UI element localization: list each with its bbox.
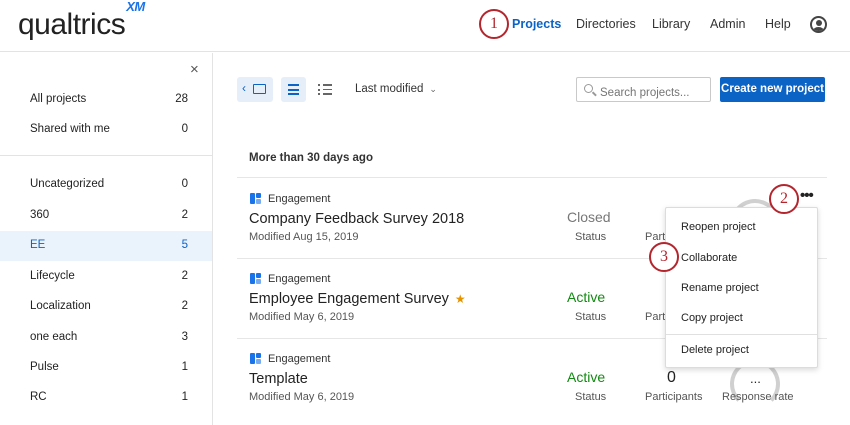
sidebar-item-count: 28 [175, 93, 188, 105]
sort-dropdown[interactable]: Last modified ⌄ [355, 83, 437, 95]
folder-sidebar: × All projects 28 Shared with me 0 Uncat… [0, 53, 213, 425]
sidebar-item-one-each[interactable]: one each 3 [0, 323, 212, 351]
sidebar-item-count: 2 [181, 270, 188, 282]
status-value: Active [567, 369, 606, 385]
sidebar-item-uncategorized[interactable]: Uncategorized 0 [0, 170, 212, 198]
project-name[interactable]: Company Feedback Survey 2018 [249, 211, 464, 227]
logo-text: qualtrics [18, 8, 126, 41]
card-view-button[interactable] [281, 77, 306, 102]
sidebar-item-label: Uncategorized [30, 178, 105, 190]
row-divider [237, 177, 827, 178]
group-heading: More than 30 days ago [249, 152, 373, 164]
participants-value: 0 [667, 369, 676, 386]
star-icon[interactable]: ★ [455, 292, 466, 306]
sort-label: Last modified [355, 83, 424, 95]
logo-xm: XM [126, 0, 145, 14]
menu-item-copy-project[interactable]: Copy project [666, 303, 817, 333]
callout-marker-2: 2 [769, 184, 799, 214]
status-label: Status [575, 231, 607, 243]
search-input[interactable] [576, 77, 711, 102]
status-value: Active [567, 289, 606, 305]
status-label: Status [575, 391, 607, 403]
qualtrics-logo[interactable]: qualtricsXM [18, 0, 145, 42]
nav-admin[interactable]: Admin [710, 17, 745, 31]
more-options-button[interactable]: ••• [800, 187, 814, 204]
sidebar-item-label: one each [30, 331, 78, 343]
sidebar-item-label: Lifecycle [30, 270, 75, 282]
project-context-menu: Reopen project Collaborate Rename projec… [665, 207, 818, 368]
project-type: Engagement [268, 273, 331, 285]
menu-item-label: Delete project [681, 344, 749, 356]
project-modified: Modified May 6, 2019 [249, 311, 355, 323]
sidebar-item-localization[interactable]: Localization 2 [0, 292, 212, 320]
sidebar-item-label: Shared with me [30, 123, 110, 135]
sidebar-item-count: 1 [181, 361, 188, 373]
menu-item-delete-project[interactable]: Delete project [666, 335, 817, 365]
project-name-text: Employee Engagement Survey [249, 291, 449, 307]
close-sidebar-icon[interactable]: × [190, 61, 199, 78]
sidebar-item-360[interactable]: 360 2 [0, 201, 212, 229]
callout-marker-1: 1 [479, 9, 509, 39]
sidebar-item-rc[interactable]: RC 1 [0, 383, 212, 411]
participants-label: Participants [645, 391, 703, 403]
top-bar: qualtricsXM Projects Directories Library… [0, 0, 850, 52]
project-name[interactable]: Template [249, 371, 308, 387]
response-rate-value: ... [750, 371, 761, 386]
sidebar-item-label: Pulse [30, 361, 59, 373]
project-type: Engagement [268, 193, 331, 205]
sidebar-item-label: RC [30, 391, 47, 403]
project-name[interactable]: Employee Engagement Survey ★ [249, 291, 466, 307]
menu-item-label: Rename project [681, 282, 759, 294]
sidebar-item-count: 2 [181, 209, 188, 221]
sidebar-item-label: 360 [30, 209, 50, 221]
panel-icon [253, 84, 266, 94]
response-rate-label: Response rate [722, 391, 794, 403]
engagement-icon [250, 193, 261, 204]
project-modified: Modified Aug 15, 2019 [249, 231, 359, 243]
status-value: Closed [567, 209, 611, 225]
menu-item-rename-project[interactable]: Rename project [666, 273, 817, 303]
sidebar-item-ee[interactable]: EE 5 [0, 231, 212, 261]
chevron-left-icon: ‹ [242, 81, 246, 95]
sidebar-item-count: 5 [181, 239, 188, 251]
sidebar-item-all-projects[interactable]: All projects 28 [0, 85, 212, 113]
menu-item-label: Collaborate [681, 252, 738, 264]
nav-projects[interactable]: Projects [512, 17, 561, 31]
sidebar-item-count: 2 [181, 300, 188, 312]
engagement-icon [250, 273, 261, 284]
sidebar-item-count: 0 [181, 178, 188, 190]
nav-directories[interactable]: Directories [576, 17, 636, 31]
sidebar-item-count: 1 [181, 391, 188, 403]
nav-help[interactable]: Help [765, 17, 791, 31]
project-type: Engagement [268, 353, 331, 365]
search-icon [584, 84, 593, 93]
list-view-button[interactable] [313, 77, 338, 102]
nav-library[interactable]: Library [652, 17, 690, 31]
sidebar-item-count: 3 [181, 331, 188, 343]
menu-item-label: Reopen project [681, 221, 756, 233]
sidebar-item-label: Localization [30, 300, 91, 312]
user-account-icon[interactable] [810, 16, 827, 33]
project-modified: Modified May 6, 2019 [249, 391, 355, 403]
menu-item-reopen-project[interactable]: Reopen project [666, 212, 817, 242]
chevron-down-icon: ⌄ [429, 84, 437, 94]
sidebar-item-count: 0 [181, 123, 188, 135]
collapse-sidebar-button[interactable]: ‹ [237, 77, 273, 102]
callout-marker-3: 3 [649, 242, 679, 272]
sidebar-item-label: EE [30, 239, 46, 251]
sidebar-item-shared-with-me[interactable]: Shared with me 0 [0, 115, 212, 143]
sidebar-divider [0, 155, 212, 156]
status-label: Status [575, 311, 607, 323]
engagement-icon [250, 353, 261, 364]
menu-item-collaborate[interactable]: Collaborate [666, 243, 817, 273]
sidebar-item-label: All projects [30, 93, 87, 105]
create-new-project-button[interactable]: Create new project [720, 77, 825, 102]
sidebar-item-lifecycle[interactable]: Lifecycle 2 [0, 262, 212, 290]
sidebar-item-pulse[interactable]: Pulse 1 [0, 353, 212, 381]
menu-item-label: Copy project [681, 312, 743, 324]
